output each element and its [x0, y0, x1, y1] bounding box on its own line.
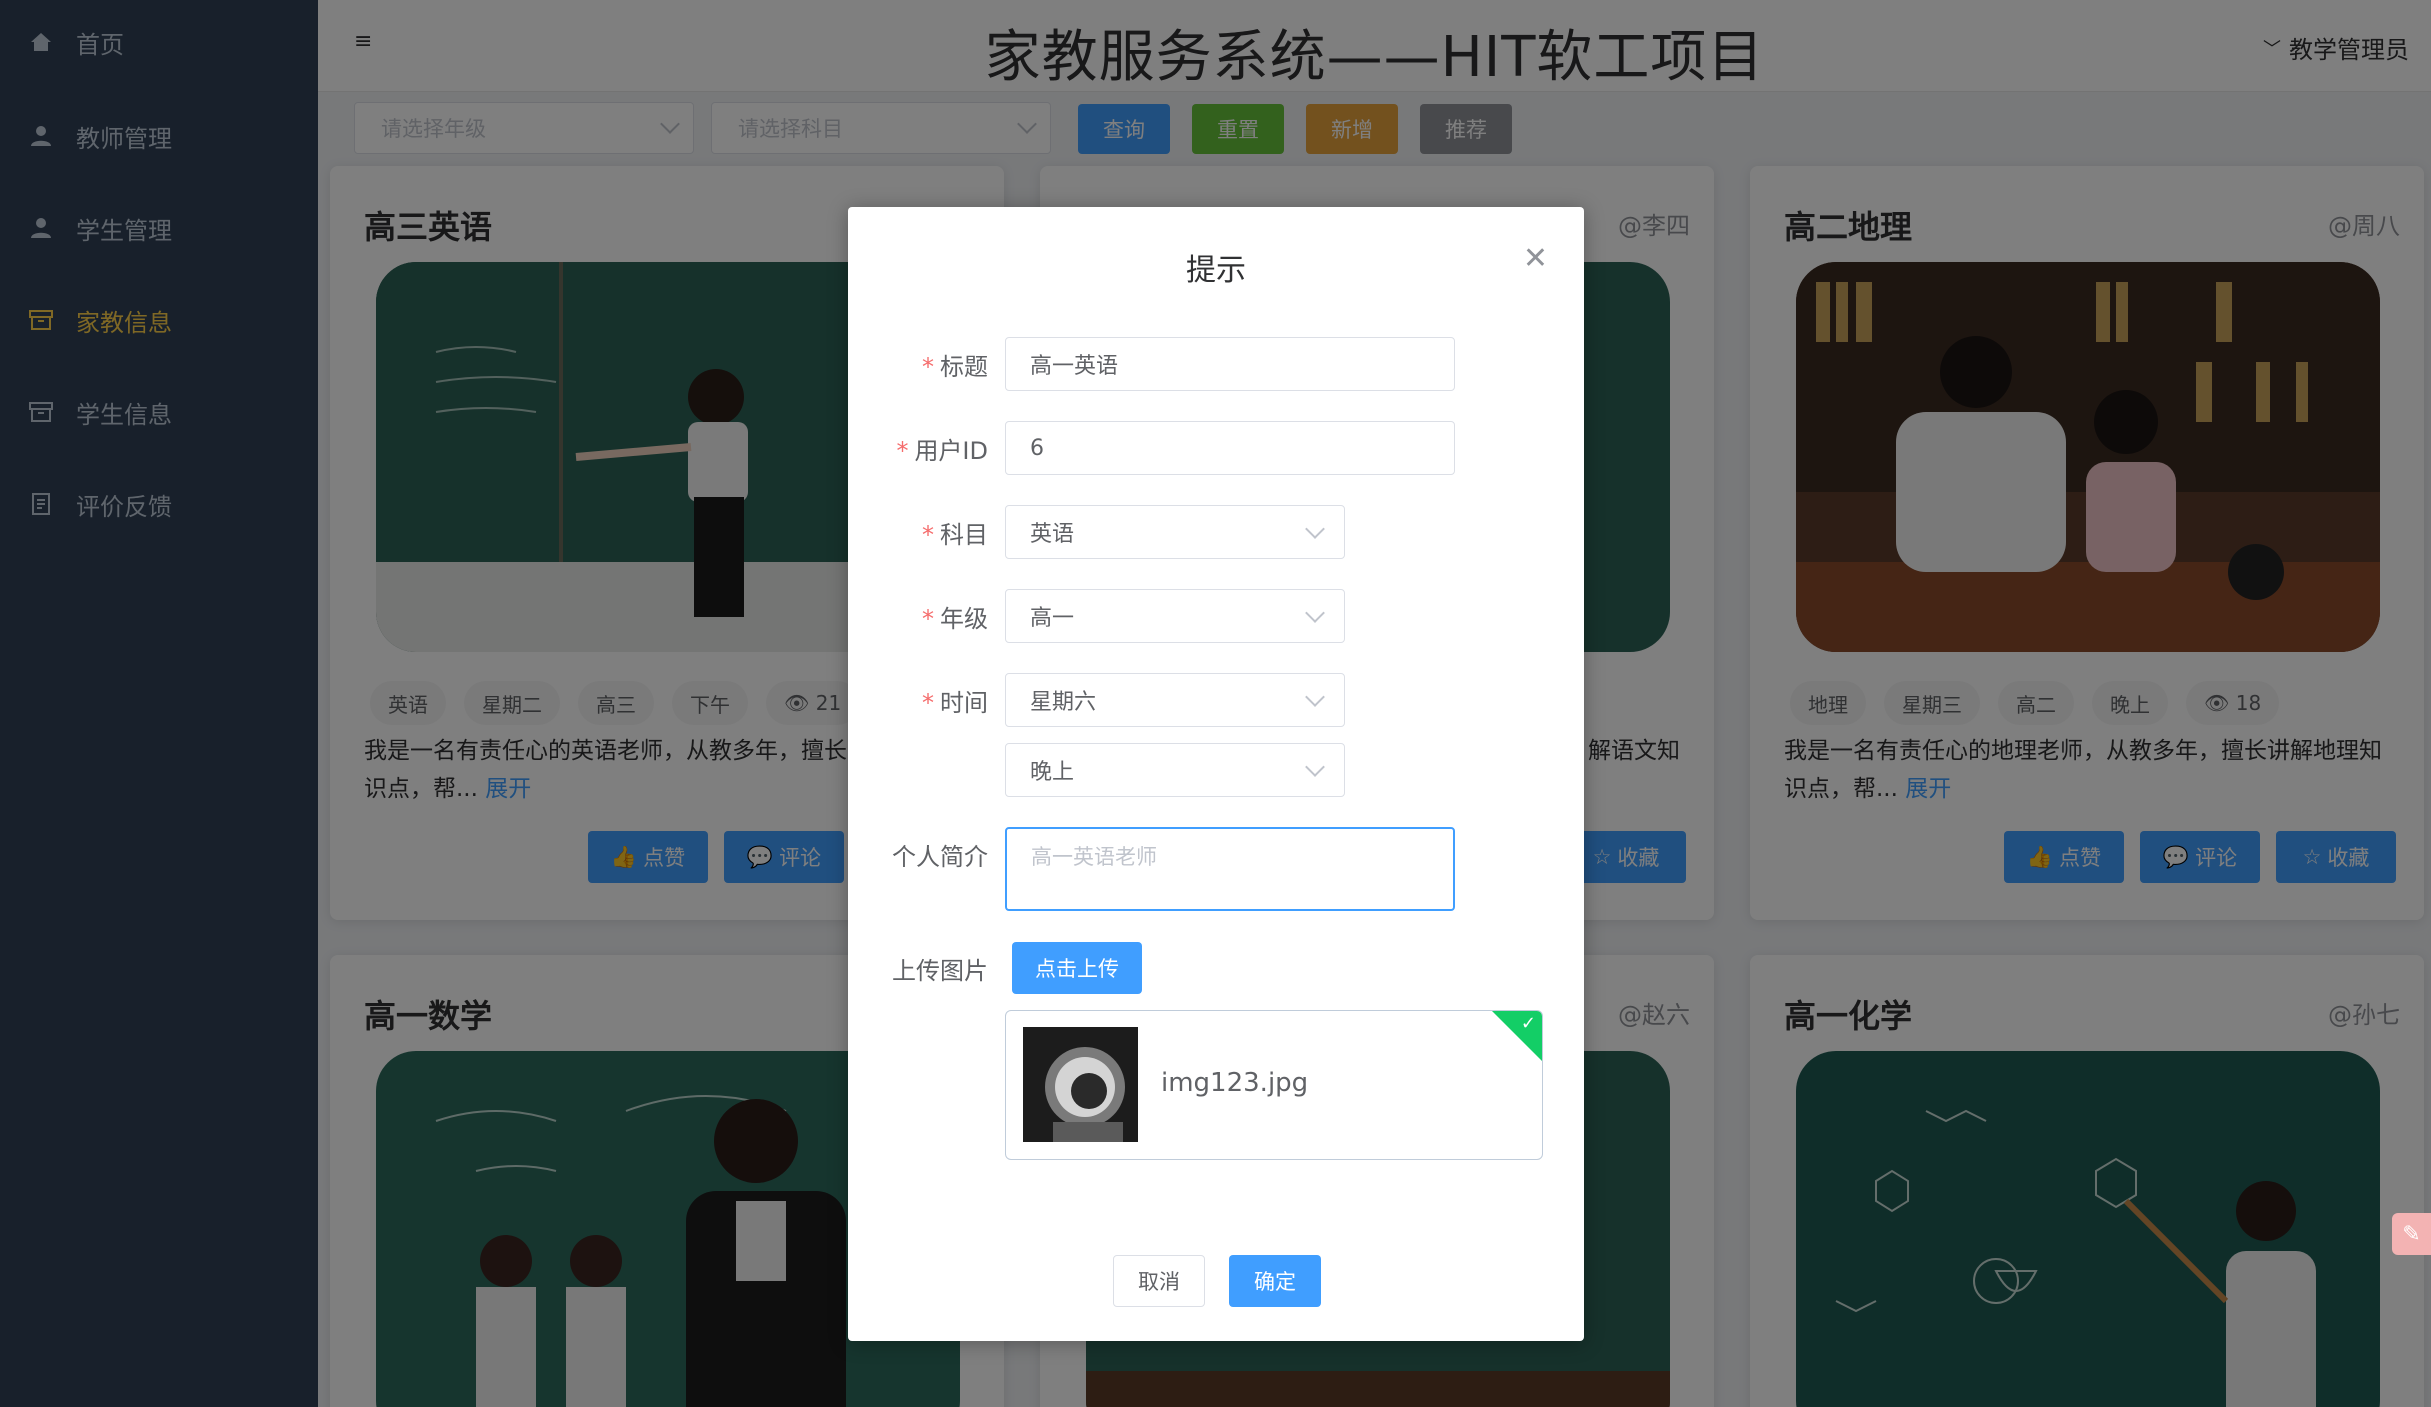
userid-input[interactable]: 6	[1005, 421, 1455, 475]
intro-textarea-value: 高一英语老师	[1031, 845, 1157, 869]
time-label-text: 时间	[940, 689, 988, 717]
chevron-down-icon	[1305, 687, 1325, 707]
subject-label: * 科目	[922, 521, 988, 549]
edit-dialog: 提示 ✕ * 标题 高一英语 * 用户ID 6 * 科目 英语 * 年级 高一 * 时间 …	[848, 207, 1584, 1341]
check-icon: ✓	[1520, 1013, 1536, 1034]
chevron-down-icon	[1305, 519, 1325, 539]
file-name: img123.jpg	[1161, 1068, 1309, 1098]
userid-label: * 用户ID	[896, 437, 988, 465]
userid-label-text: 用户ID	[914, 437, 988, 465]
userid-input-value: 6	[1030, 435, 1044, 461]
intro-label: 个人简介	[892, 837, 988, 872]
grade-select[interactable]: 高一	[1005, 589, 1345, 643]
grade-label: * 年级	[922, 605, 988, 633]
subject-label-text: 科目	[940, 521, 988, 549]
dialog-title: 提示	[1186, 253, 1246, 288]
file-thumbnail	[1023, 1027, 1138, 1142]
title-label: * 标题	[922, 353, 988, 381]
cancel-button[interactable]: 取消	[1113, 1255, 1205, 1307]
upload-button[interactable]: 点击上传	[1012, 942, 1142, 994]
chevron-down-icon	[1305, 603, 1325, 623]
time-day-select[interactable]: 星期六	[1005, 673, 1345, 727]
upload-label-text: 上传图片	[892, 957, 988, 985]
grade-select-value: 高一	[1030, 606, 1075, 631]
uploaded-file-item[interactable]: img123.jpg ✓	[1005, 1010, 1543, 1160]
title-label-text: 标题	[940, 353, 988, 381]
confirm-button[interactable]: 确定	[1229, 1255, 1321, 1307]
title-input[interactable]: 高一英语	[1005, 337, 1455, 391]
chevron-down-icon	[1305, 757, 1325, 777]
intro-textarea[interactable]: 高一英语老师	[1005, 827, 1455, 911]
upload-label: 上传图片	[892, 951, 988, 986]
time-slot-select[interactable]: 晚上	[1005, 743, 1345, 797]
time-label: * 时间	[922, 689, 988, 717]
time-day-value: 星期六	[1030, 690, 1097, 715]
time-slot-value: 晚上	[1030, 760, 1075, 785]
edit-icon[interactable]: ✎	[2392, 1213, 2431, 1255]
close-icon[interactable]: ✕	[1523, 241, 1548, 276]
subject-select[interactable]: 英语	[1005, 505, 1345, 559]
grade-label-text: 年级	[940, 605, 988, 633]
title-input-value: 高一英语	[1030, 354, 1119, 379]
intro-label-text: 个人简介	[892, 843, 988, 871]
subject-select-value: 英语	[1030, 522, 1075, 547]
